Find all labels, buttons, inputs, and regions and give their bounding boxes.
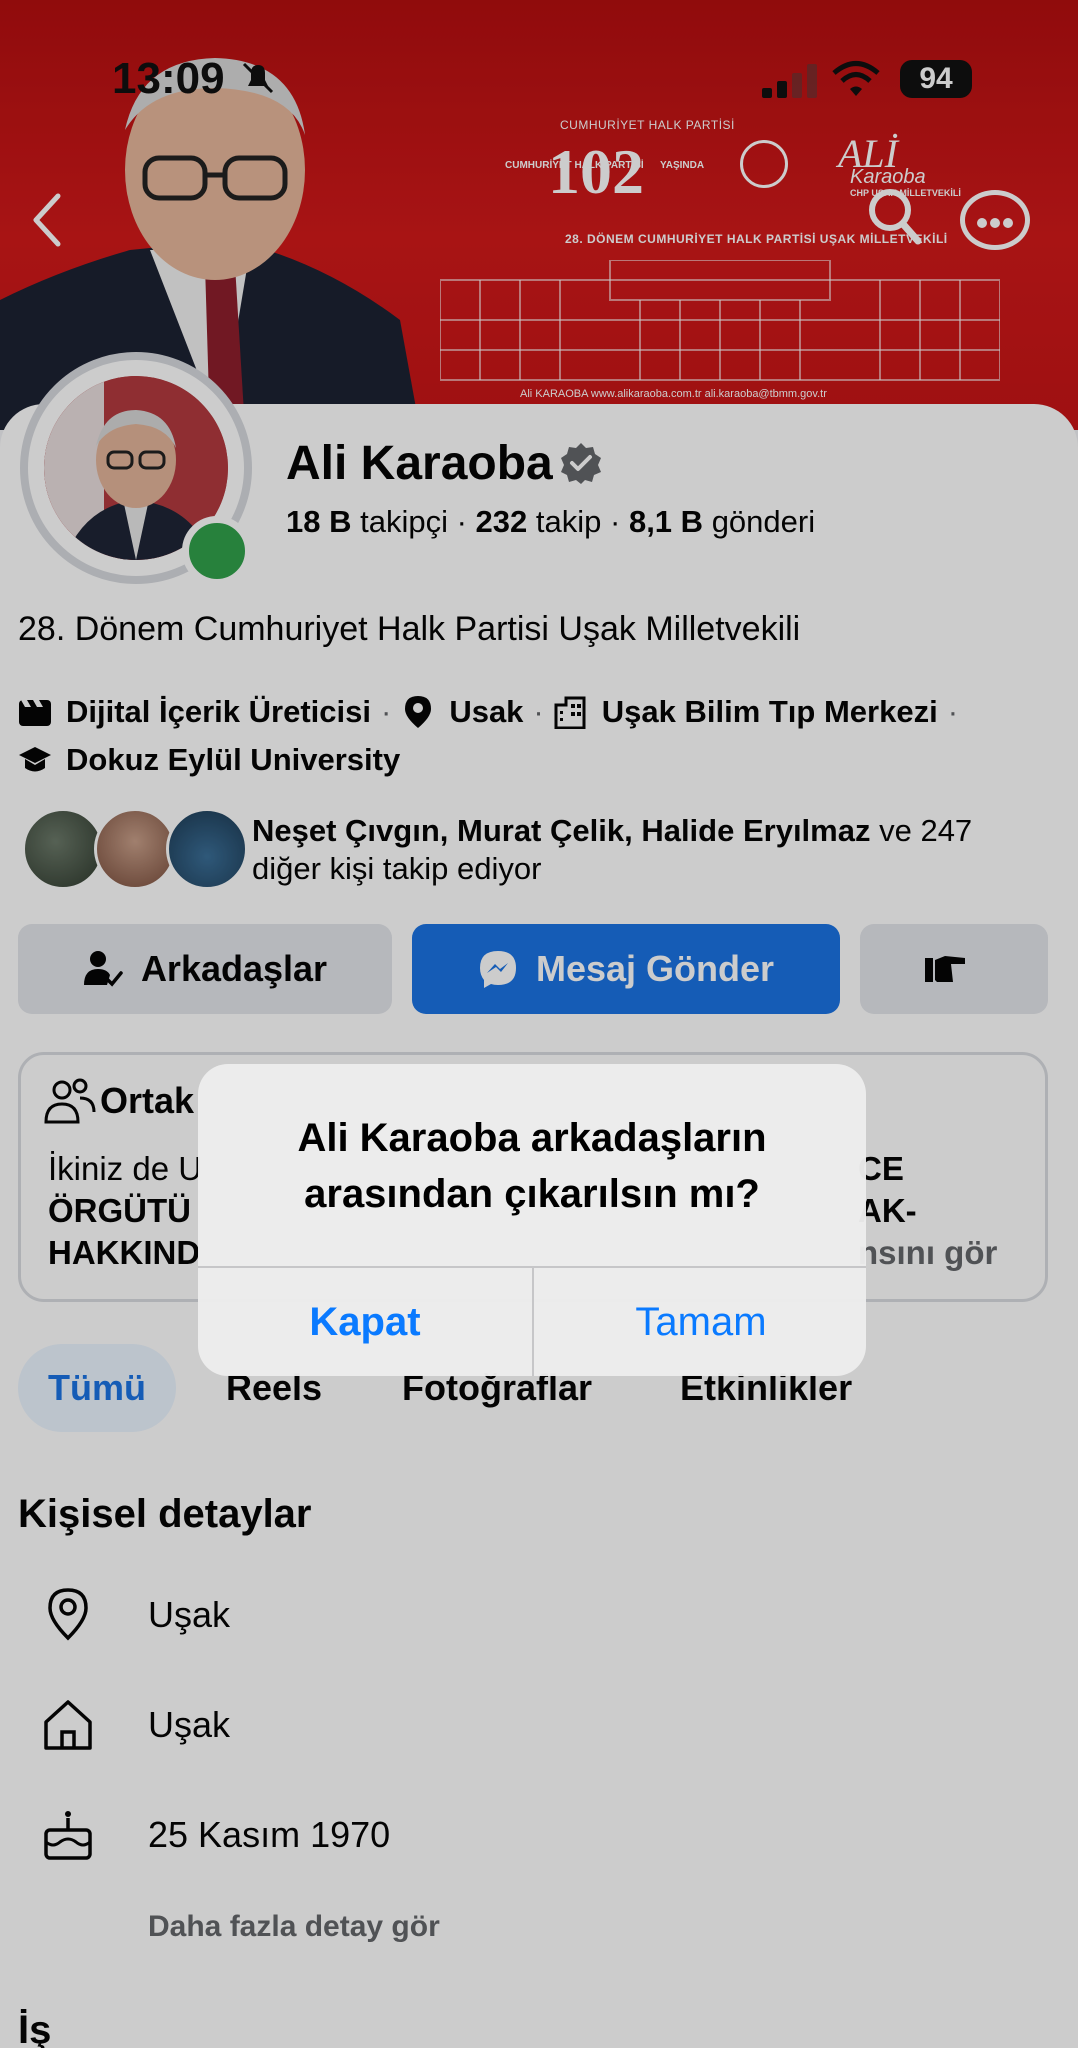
modal-backdrop bbox=[0, 0, 1078, 2048]
dialog-title: Ali Karaoba arkadaşların arasından çıkar… bbox=[297, 1116, 767, 1216]
dialog-ok-button[interactable]: Tamam bbox=[534, 1268, 866, 1376]
dialog-cancel-button[interactable]: Kapat bbox=[198, 1268, 532, 1376]
unfriend-confirm-dialog: Ali Karaoba arkadaşların arasından çıkar… bbox=[198, 1064, 866, 1376]
